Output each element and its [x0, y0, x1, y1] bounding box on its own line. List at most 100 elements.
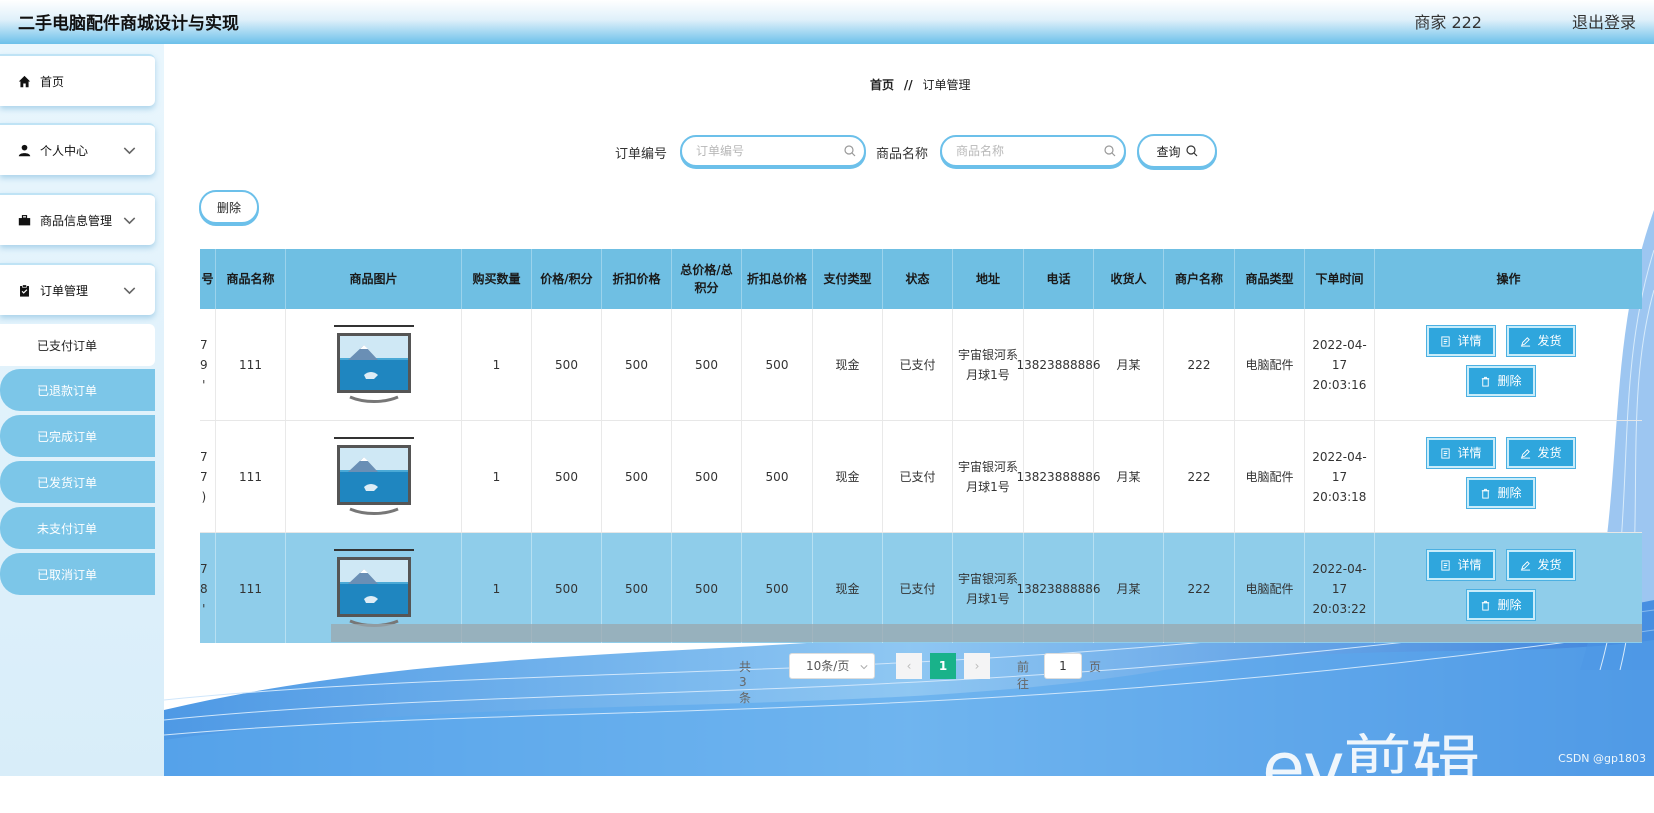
product-image[interactable]	[333, 548, 414, 629]
sidebar-item-profile[interactable]: 个人中心	[0, 123, 155, 175]
page-number-1[interactable]: 1	[930, 653, 956, 679]
row-image-cell	[286, 309, 462, 420]
row-address-cell: 宇宙银河系月球1号	[953, 421, 1024, 532]
row-delete-button[interactable]: 删除	[1466, 365, 1536, 397]
ship-button-label: 发货	[1537, 446, 1562, 460]
detail-button-label: 详情	[1457, 446, 1482, 460]
product-name-input[interactable]	[954, 143, 1098, 159]
sidebar-subitem-shipped-orders[interactable]: 已发货订单	[0, 461, 155, 503]
table-row[interactable]: 7 9 ' 111 1 500 500 500 500 现金 已支付 宇宙银河系月球1号 13823…	[200, 309, 1642, 421]
next-page-button[interactable]: ›	[964, 653, 990, 679]
row-name-cell: 111	[216, 421, 286, 532]
watermark-credit: CSDN @gp1803	[1558, 752, 1646, 765]
col-id-header: 号	[200, 249, 216, 309]
product-image[interactable]	[333, 324, 414, 405]
query-button-label: 查询	[1156, 144, 1181, 159]
order-no-field[interactable]	[680, 135, 866, 167]
prev-page-button[interactable]: ‹	[896, 653, 922, 679]
sidebar-subitem-refunded-orders[interactable]: 已退款订单	[0, 369, 155, 411]
col-status-header: 状态	[883, 249, 953, 309]
sidebar-item-label: 个人中心	[40, 143, 89, 158]
row-merchant-cell: 222	[1164, 421, 1235, 532]
detail-button[interactable]: 详情	[1426, 549, 1496, 581]
row-status-cell: 已支付	[883, 421, 953, 532]
ship-button[interactable]: 发货	[1506, 437, 1576, 469]
watermark-logo: ev剪辑	[1262, 727, 1480, 809]
product-image[interactable]	[333, 436, 414, 517]
search-icon	[1185, 145, 1197, 157]
col-actions-header: 操作	[1496, 272, 1521, 286]
ship-button-label: 发货	[1537, 334, 1562, 348]
row-name-cell: 111	[216, 309, 286, 420]
breadcrumb-home[interactable]: 首页	[870, 78, 894, 92]
row-name-cell: 111	[216, 533, 286, 643]
row-qty-cell: 1	[462, 421, 532, 532]
top-bar: 二手电脑配件商城设计与实现 商家 222 退出登录	[0, 0, 1654, 44]
sidebar-subitem-paid-orders[interactable]: 已支付订单	[0, 324, 155, 366]
row-delete-button[interactable]: 删除	[1466, 589, 1536, 621]
order-no-label: 订单编号	[615, 147, 668, 162]
sidebar-subitem-completed-orders[interactable]: 已完成订单	[0, 415, 155, 457]
horizontal-scrollbar[interactable]	[331, 624, 1642, 642]
sidebar-item-label: 商品信息管理	[40, 213, 113, 228]
col-category-header: 商品类型	[1235, 249, 1305, 309]
user-icon	[18, 144, 31, 156]
row-actions-cell: 详情 发货删除	[1375, 421, 1642, 532]
sidebar-item-product-management[interactable]: 商品信息管理	[0, 193, 155, 245]
home-icon	[18, 75, 31, 87]
breadcrumb-current: 订单管理	[922, 78, 971, 92]
current-user: 商家 222	[1414, 13, 1482, 32]
edit-icon	[1521, 560, 1531, 571]
sidebar-item-home[interactable]: 首页	[0, 54, 155, 106]
row-id-cell: 7 8 '	[200, 533, 216, 643]
col-price-header: 价格/积分	[532, 249, 602, 309]
row-total-cell: 500	[672, 421, 742, 532]
row-total-cell: 500	[672, 309, 742, 420]
breadcrumb: 首页 // 订单管理	[870, 76, 970, 93]
row-id-cell: 7 7 )	[200, 421, 216, 532]
ship-button[interactable]: 发货	[1506, 325, 1576, 357]
table-row[interactable]: 7 7 ) 111 1 500 500 500 500 现金 已支付 宇宙银河系月球1号 13823…	[200, 421, 1642, 533]
row-category-cell: 电脑配件	[1235, 309, 1305, 420]
product-name-field[interactable]	[940, 135, 1126, 167]
row-pay-type-cell: 现金	[813, 421, 883, 532]
orders-table: 号 商品名称 商品图片 购买数量 价格/积分 折扣价格 总价格/总积分 折扣总价…	[200, 249, 1642, 643]
pagination-total: 共 3 条	[739, 660, 752, 705]
row-delete-button-label: 删除	[1497, 486, 1522, 500]
trash-icon	[1482, 488, 1490, 499]
col-merchant-header: 商户名称	[1164, 249, 1235, 309]
row-status-cell: 已支付	[883, 309, 953, 420]
row-receiver-cell: 月某	[1094, 309, 1164, 420]
bulk-delete-button[interactable]: 删除	[199, 190, 259, 224]
col-total-header: 总价格/总积分	[672, 249, 742, 309]
page-size-select[interactable]: 10条/页	[789, 653, 875, 679]
sidebar-subitem-unpaid-orders[interactable]: 未支付订单	[0, 507, 155, 549]
trash-icon	[1482, 600, 1490, 611]
row-discount-total-cell: 500	[742, 309, 813, 420]
row-discount-cell: 500	[602, 421, 672, 532]
col-pay-type-header: 支付类型	[813, 249, 883, 309]
goto-page-input[interactable]: 1	[1044, 653, 1082, 679]
row-price-cell: 500	[532, 421, 602, 532]
chevron-down-icon	[860, 665, 868, 670]
col-discount-total-header: 折扣总价格	[742, 249, 813, 309]
row-actions-cell: 详情 发货删除	[1375, 309, 1642, 420]
briefcase-icon	[18, 214, 31, 225]
detail-button[interactable]: 详情	[1426, 325, 1496, 357]
sidebar-subitem-cancelled-orders[interactable]: 已取消订单	[0, 553, 155, 595]
col-address-header: 地址	[953, 249, 1024, 309]
order-no-input[interactable]	[694, 143, 838, 159]
ship-button-label: 发货	[1537, 558, 1562, 572]
detail-button[interactable]: 详情	[1426, 437, 1496, 469]
sidebar-item-order-management[interactable]: 订单管理	[0, 263, 155, 315]
row-delete-button[interactable]: 删除	[1466, 477, 1536, 509]
search-icon	[844, 145, 856, 157]
logout-link[interactable]: 退出登录	[1572, 9, 1636, 33]
ship-button[interactable]: 发货	[1506, 549, 1576, 581]
query-button[interactable]: 查询	[1137, 134, 1217, 168]
goto-suffix: 页	[1089, 660, 1102, 674]
table-header: 号 商品名称 商品图片 购买数量 价格/积分 折扣价格 总价格/总积分 折扣总价…	[200, 249, 1642, 309]
col-receiver-header: 收货人	[1094, 249, 1164, 309]
edit-icon	[1521, 336, 1531, 347]
product-name-label: 商品名称	[876, 147, 929, 162]
